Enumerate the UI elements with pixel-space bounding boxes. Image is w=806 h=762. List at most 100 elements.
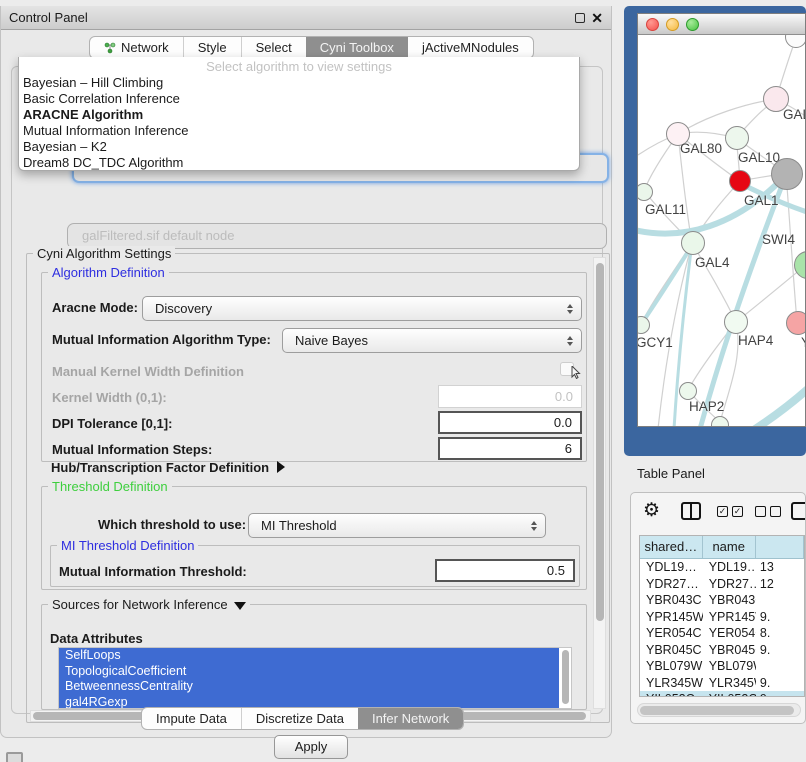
node-table[interactable]: shared…name YDL19…YDL19…13YDR27…YDR27…12…	[639, 535, 805, 697]
algorithm-definition-group: Algorithm Definition Aracne Mode: Discov…	[41, 272, 587, 462]
bottom-tab-infer-network[interactable]: Infer Network	[358, 708, 463, 729]
gear-icon[interactable]: ⚙	[643, 500, 660, 522]
tab-jactivemnodules[interactable]: jActiveMNodules	[408, 37, 533, 58]
table-row[interactable]: YBR043CYBR043C	[640, 592, 804, 609]
network-node-gal10[interactable]	[725, 126, 749, 150]
mi-steps-field[interactable]: 6	[438, 437, 582, 460]
table-cell: YBR043C	[640, 592, 703, 609]
float-window-icon[interactable]	[575, 13, 585, 23]
data-attributes-label: Data Attributes	[50, 631, 143, 646]
settings-vscrollbar[interactable]	[593, 257, 606, 709]
collapsed-arrow-icon	[277, 461, 285, 473]
network-node-label: GAL1	[744, 193, 779, 208]
table-hscrollbar[interactable]	[637, 703, 801, 717]
close-icon[interactable]: ✕	[591, 9, 603, 27]
tab-label: Network	[121, 37, 169, 58]
table-row[interactable]: YDL19…YDL19…13	[640, 559, 804, 576]
control-panel-titlebar: Control Panel ✕	[1, 6, 611, 30]
settings-vscrollbar-thumb[interactable]	[596, 263, 604, 621]
dropdown-item[interactable]: Dream8 DC_TDC Algorithm	[19, 155, 579, 171]
table-row[interactable]: YIL052CYIL052C9	[640, 691, 804, 697]
table-column-header[interactable]	[756, 536, 804, 558]
attribute-list-item[interactable]: SelfLoops	[59, 648, 559, 664]
close-traffic-light-icon[interactable]	[646, 18, 659, 31]
tab-label: Impute Data	[156, 708, 227, 729]
manual-kernel-label: Manual Kernel Width Definition	[52, 364, 244, 379]
network-node-gal1[interactable]	[729, 170, 751, 192]
aracne-mode-combo[interactable]: Discovery	[142, 296, 582, 321]
algorithm-dropdown-list: Bayesian – Hill ClimbingBasic Correlatio…	[19, 75, 579, 171]
table-cell: YBL079W	[640, 658, 703, 675]
kernel-width-label: Kernel Width (0,1):	[52, 390, 167, 405]
network-node-label: GAL	[783, 107, 805, 122]
split-columns-icon[interactable]	[681, 502, 701, 520]
table-body: YDL19…YDL19…13YDR27…YDR27…12YBR043CYBR04…	[640, 559, 804, 697]
table-cell: YBR045C	[703, 642, 756, 659]
table-mode-icon[interactable]	[791, 502, 806, 520]
tab-cyni-toolbox[interactable]: Cyni Toolbox	[306, 37, 408, 58]
table-row[interactable]: YLR345WYLR345W9.	[640, 675, 804, 692]
tab-style[interactable]: Style	[183, 37, 241, 58]
sources-group: Sources for Network Inference Data Attri…	[41, 604, 587, 710]
network-node-hap2[interactable]	[679, 382, 697, 400]
kernel-width-field[interactable]: 0.0	[438, 385, 582, 408]
table-cell: YPR145W	[640, 609, 703, 626]
table-row[interactable]: YPR145WYPR145W9.	[640, 609, 804, 626]
tab-select[interactable]: Select	[241, 37, 306, 58]
network-window-titlebar	[638, 14, 805, 35]
table-cell: 12	[756, 576, 804, 593]
tab-label: Select	[256, 37, 292, 58]
data-attributes-list[interactable]: SelfLoopsTopologicalCoefficientBetweenne…	[58, 647, 572, 709]
network-node-y[interactable]	[786, 311, 805, 335]
table-cell: YDR27…	[703, 576, 756, 593]
table-row[interactable]: YBR045CYBR045C9.	[640, 642, 804, 659]
table-cell: YER054C	[703, 625, 756, 642]
mi-type-combo[interactable]: Naive Bayes	[282, 328, 582, 353]
network-node-gal4[interactable]	[681, 231, 705, 255]
hub-definition-toggle[interactable]: Hub/Transcription Factor Definition	[51, 460, 285, 475]
table-hscrollbar-thumb[interactable]	[640, 706, 794, 715]
corner-widget-icon[interactable]	[6, 752, 23, 762]
attr-list-scrollbar-thumb[interactable]	[562, 650, 569, 704]
table-cell: 9.	[756, 609, 804, 626]
table-cell: YER054C	[640, 625, 703, 642]
attribute-list-item[interactable]: TopologicalCoefficient	[59, 664, 559, 680]
dropdown-item[interactable]: Bayesian – Hill Climbing	[19, 75, 579, 91]
table-row[interactable]: YER054CYER054C8.	[640, 625, 804, 642]
dropdown-item[interactable]: Basic Correlation Inference	[19, 91, 579, 107]
attribute-list-item[interactable]: BetweennessCentrality	[59, 679, 559, 695]
zoom-traffic-light-icon[interactable]	[686, 18, 699, 31]
sources-legend[interactable]: Sources for Network Inference	[48, 597, 250, 612]
mi-threshold-field[interactable]: 0.5	[435, 559, 575, 582]
bottom-tab-discretize-data[interactable]: Discretize Data	[241, 708, 358, 729]
mi-steps-label: Mutual Information Steps:	[52, 442, 212, 457]
table-row[interactable]: YBL079WYBL079W	[640, 658, 804, 675]
dpi-tolerance-field[interactable]: 0.0	[438, 411, 582, 434]
deselect-all-columns-icon[interactable]	[755, 506, 785, 521]
dropdown-item[interactable]: ARACNE Algorithm	[19, 107, 579, 123]
attr-list-scrollbar[interactable]	[560, 648, 571, 708]
network-node[interactable]	[771, 158, 803, 190]
minimize-traffic-light-icon[interactable]	[666, 18, 679, 31]
select-all-columns-icon[interactable]: ✓✓	[717, 506, 747, 521]
network-node-hap4[interactable]	[724, 310, 748, 334]
bottom-tab-impute-data[interactable]: Impute Data	[142, 708, 241, 729]
unchecked-box-icon	[770, 506, 781, 517]
table-row[interactable]: YDR27…YDR27…12	[640, 576, 804, 593]
which-threshold-combo[interactable]: MI Threshold	[248, 513, 546, 538]
expanded-arrow-icon	[234, 602, 246, 610]
dropdown-item[interactable]: Mutual Information Inference	[19, 123, 579, 139]
which-threshold-label: Which threshold to use:	[98, 517, 246, 532]
tab-label: Infer Network	[372, 708, 449, 729]
table-column-header[interactable]: shared…	[640, 536, 703, 558]
dropdown-item[interactable]: Bayesian – K2	[19, 139, 579, 155]
apply-button[interactable]: Apply	[274, 735, 348, 759]
network-node-label: GCY1	[638, 335, 673, 350]
tab-label: jActiveMNodules	[422, 37, 519, 58]
network-node-label: Y	[801, 335, 805, 350]
mi-threshold-group: MI Threshold Definition Mutual Informati…	[50, 545, 580, 587]
tab-network[interactable]: Network	[90, 37, 183, 58]
network-canvas[interactable]: GALGAL80GAL10GAL1GAL11GAL4SWI4GCY1HAP4YH…	[638, 35, 805, 426]
algorithm-definition-legend: Algorithm Definition	[48, 265, 169, 280]
table-column-header[interactable]: name	[703, 536, 756, 558]
